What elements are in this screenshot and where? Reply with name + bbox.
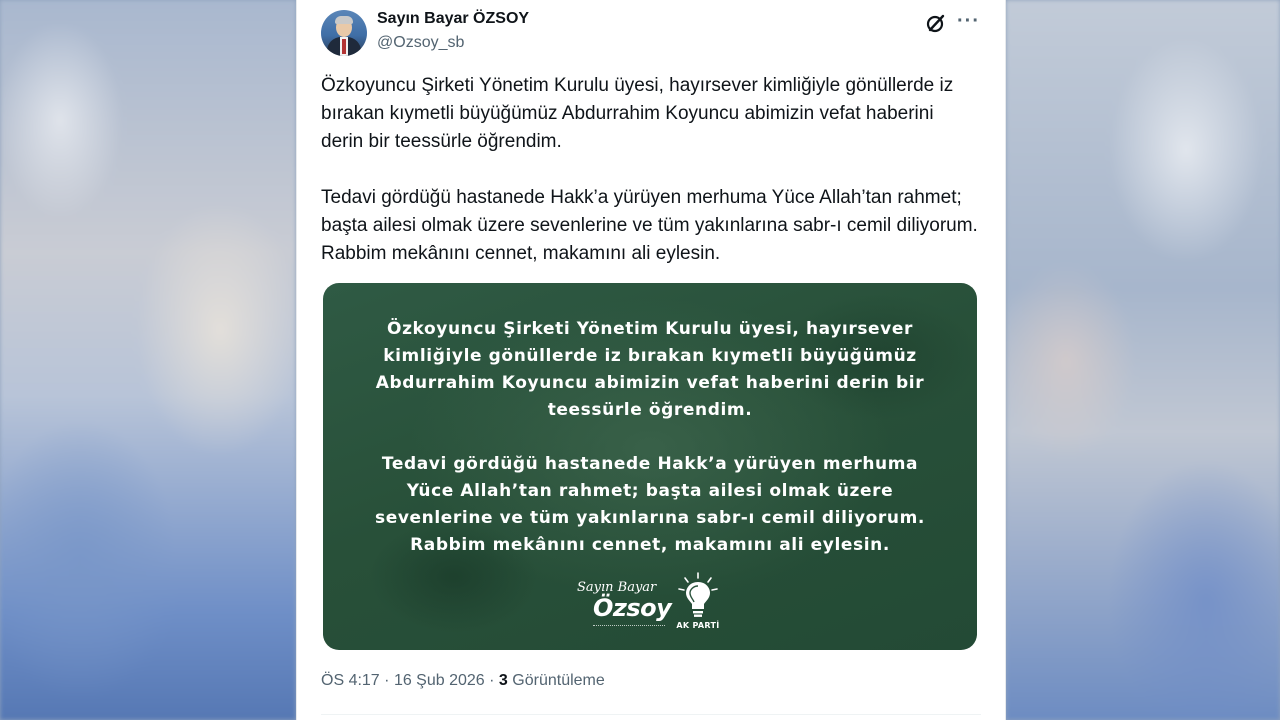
avatar-tie: [342, 39, 346, 54]
tweet-paragraph: Özkoyuncu Şirketi Yönetim Kurulu üyesi, …: [321, 75, 954, 152]
media-line: Özkoyuncu Şirketi Yönetim Kurulu üyesi, …: [387, 319, 913, 339]
views-count: 3: [498, 672, 508, 689]
blurred-background-left: [0, 0, 296, 720]
tweet-media-image[interactable]: Özkoyuncu Şirketi Yönetim Kurulu üyesi, …: [323, 283, 977, 650]
blurred-background-right: [1006, 0, 1280, 720]
meta-separator: ·: [384, 672, 390, 689]
author-display-name[interactable]: Sayın Bayar ÖZSOY: [377, 10, 529, 28]
avatar[interactable]: [321, 10, 367, 56]
tweet-date[interactable]: 16 Şub 2026: [394, 672, 485, 689]
signature-script: Sayın Bayar: [577, 580, 657, 595]
tweet-meta: ÖS 4:17 · 16 Şub 2026 · 3 Görüntüleme: [321, 672, 605, 690]
party-logo: AK PARTİ: [675, 571, 725, 633]
more-options-icon[interactable]: ···: [957, 11, 979, 32]
meta-separator: ·: [489, 672, 495, 689]
media-line: teessürle öğrendim.: [547, 400, 753, 420]
tweet-paragraph: Tedavi gördüğü hastanede Hakk’a yürüyen …: [321, 187, 978, 264]
lightbulb-icon: [678, 572, 718, 617]
tweet-card: Sayın Bayar ÖZSOY @Ozsoy_sb ··· Özkoyunc…: [296, 0, 1006, 720]
signature-name: Özsoy: [593, 594, 672, 622]
media-line: kimliğiyle gönüllerde iz bırakan kıymetl…: [383, 346, 917, 366]
media-line: Tedavi gördüğü hastanede Hakk’a yürüyen …: [381, 454, 919, 474]
signature-logo: Sayın Bayar Özsoy: [573, 576, 673, 636]
media-line: Abdurrahim Koyuncu abimizin vefat haberi…: [375, 373, 925, 393]
signature-underline: [593, 625, 665, 628]
views-label: Görüntüleme: [512, 672, 605, 689]
author-handle[interactable]: @Ozsoy_sb: [377, 34, 464, 52]
media-paragraph-1: Özkoyuncu Şirketi Yönetim Kurulu üyesi, …: [323, 316, 977, 424]
grok-icon[interactable]: [925, 12, 947, 34]
tweet-time[interactable]: ÖS 4:17: [321, 672, 380, 689]
media-line: Rabbim mekânını cennet, makamını ali eyl…: [410, 535, 890, 555]
tweet-text: Özkoyuncu Şirketi Yönetim Kurulu üyesi, …: [321, 72, 981, 268]
media-line: Yüce Allah’tan rahmet; başta ailesi olma…: [406, 481, 894, 501]
media-line: sevenlerine ve tüm yakınlarına sabr-ı ce…: [375, 508, 925, 528]
avatar-hair: [335, 16, 353, 24]
party-label: AK PARTİ: [676, 621, 720, 630]
media-paragraph-2: Tedavi gördüğü hastanede Hakk’a yürüyen …: [323, 451, 977, 559]
divider: [321, 714, 981, 715]
